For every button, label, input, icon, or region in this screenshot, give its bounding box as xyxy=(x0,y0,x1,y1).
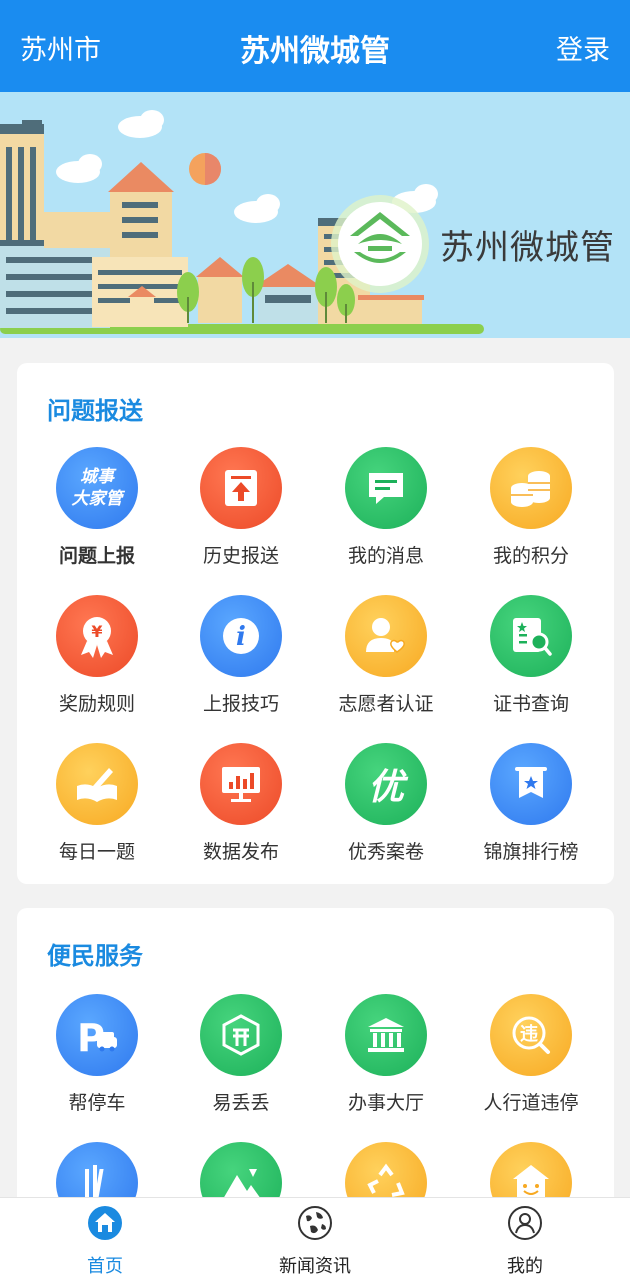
data-chart-icon xyxy=(200,743,282,825)
svg-text:¥: ¥ xyxy=(91,622,102,641)
brand-logo-icon xyxy=(331,195,429,293)
login-button[interactable]: 登录 xyxy=(556,28,610,67)
grid-item-parking[interactable]: P 帮停车 xyxy=(23,994,171,1115)
excellent-icon: 优 xyxy=(345,743,427,825)
parking-icon: P xyxy=(56,994,138,1076)
tab-news[interactable]: 新闻资讯 xyxy=(210,1204,420,1278)
grid-item-reward-rules[interactable]: ¥ 奖励规则 xyxy=(23,595,171,716)
grid-item-excellent-cases[interactable]: 优 优秀案卷 xyxy=(312,743,460,864)
grid-item-history[interactable]: 历史报送 xyxy=(167,447,315,568)
globe-icon xyxy=(298,1206,332,1240)
page-title: 苏州微城管 xyxy=(240,34,390,69)
coins-icon xyxy=(490,447,572,529)
section-title: 便民服务 xyxy=(47,942,143,970)
banner-flag-icon xyxy=(490,743,572,825)
trash-box-icon xyxy=(200,994,282,1076)
convenience-services-section: 便民服务 P 帮停车 易丢丢 办事大厅 违 人行道违停 xyxy=(17,908,614,1208)
certificate-search-icon xyxy=(490,595,572,677)
hero-banner[interactable]: 苏州微城管 xyxy=(0,92,630,338)
app-header: 苏州市 苏州微城管 登录 xyxy=(0,0,630,92)
book-pen-icon xyxy=(56,743,138,825)
grid-item-problem-report[interactable]: 城事 大家管 问题上报 xyxy=(23,447,171,568)
grid-item-label: 证书查询 xyxy=(492,693,569,715)
grid-item-banner-ranking[interactable]: 锦旗排行榜 xyxy=(457,743,605,864)
tab-mine[interactable]: 我的 xyxy=(420,1204,630,1278)
section-title: 问题报送 xyxy=(47,397,143,425)
grid-item-label: 易丢丢 xyxy=(212,1092,270,1114)
grid-item-label: 数据发布 xyxy=(202,841,279,863)
city-skyline-illustration xyxy=(0,110,484,334)
bottom-tab-bar: 首页 新闻资讯 我的 xyxy=(0,1197,630,1280)
city-affairs-icon: 城事 大家管 xyxy=(56,447,138,529)
user-icon xyxy=(508,1206,542,1240)
grid-item-data-release[interactable]: 数据发布 xyxy=(167,743,315,864)
tab-home[interactable]: 首页 xyxy=(0,1204,210,1278)
grid-item-label: 志愿者认证 xyxy=(338,693,434,715)
grid-item-label: 人行道违停 xyxy=(483,1092,579,1114)
volunteer-icon xyxy=(345,595,427,677)
tab-label: 我的 xyxy=(507,1256,543,1277)
grid-item-label: 优秀案卷 xyxy=(347,841,424,863)
grid-item-label: 问题上报 xyxy=(58,545,135,567)
grid-item-label: 我的消息 xyxy=(347,545,424,567)
grid-item-label: 帮停车 xyxy=(68,1092,126,1114)
grid-item-volunteer[interactable]: 志愿者认证 xyxy=(312,595,460,716)
svg-text:i: i xyxy=(236,622,246,652)
svg-text:违: 违 xyxy=(520,1023,538,1045)
grid-item-service-hall[interactable]: 办事大厅 xyxy=(312,994,460,1115)
grid-item-daily-question[interactable]: 每日一题 xyxy=(23,743,171,864)
info-icon: i xyxy=(200,595,282,677)
grid-item-label: 历史报送 xyxy=(202,545,279,567)
tab-label: 新闻资讯 xyxy=(279,1256,351,1277)
hall-icon xyxy=(345,994,427,1076)
award-icon: ¥ xyxy=(56,595,138,677)
grid-item-certificate[interactable]: 证书查询 xyxy=(457,595,605,716)
problem-report-section: 问题报送 城事 大家管 问题上报 历史报送 我的消息 我的积分 ¥ 奖励规则 i… xyxy=(17,363,614,884)
upload-history-icon xyxy=(200,447,282,529)
grid-item-label: 每日一题 xyxy=(58,841,135,863)
grid-item-label: 办事大厅 xyxy=(347,1092,424,1114)
grid-item-sidewalk-violation[interactable]: 违 人行道违停 xyxy=(457,994,605,1115)
grid-item-easy-drop[interactable]: 易丢丢 xyxy=(167,994,315,1115)
grid-item-label: 我的积分 xyxy=(492,545,569,567)
grid-item-label: 上报技巧 xyxy=(202,693,279,715)
tab-label: 首页 xyxy=(87,1256,123,1277)
grid-item-points[interactable]: 我的积分 xyxy=(457,447,605,568)
grid-item-tips[interactable]: i 上报技巧 xyxy=(167,595,315,716)
grid-item-messages[interactable]: 我的消息 xyxy=(312,447,460,568)
home-icon xyxy=(88,1206,122,1240)
grid-item-label: 奖励规则 xyxy=(58,693,135,715)
violation-icon: 违 xyxy=(490,994,572,1076)
banner-brand-text: 苏州微城管 xyxy=(440,228,615,268)
grid-item-label: 锦旗排行榜 xyxy=(483,841,579,863)
message-icon xyxy=(345,447,427,529)
